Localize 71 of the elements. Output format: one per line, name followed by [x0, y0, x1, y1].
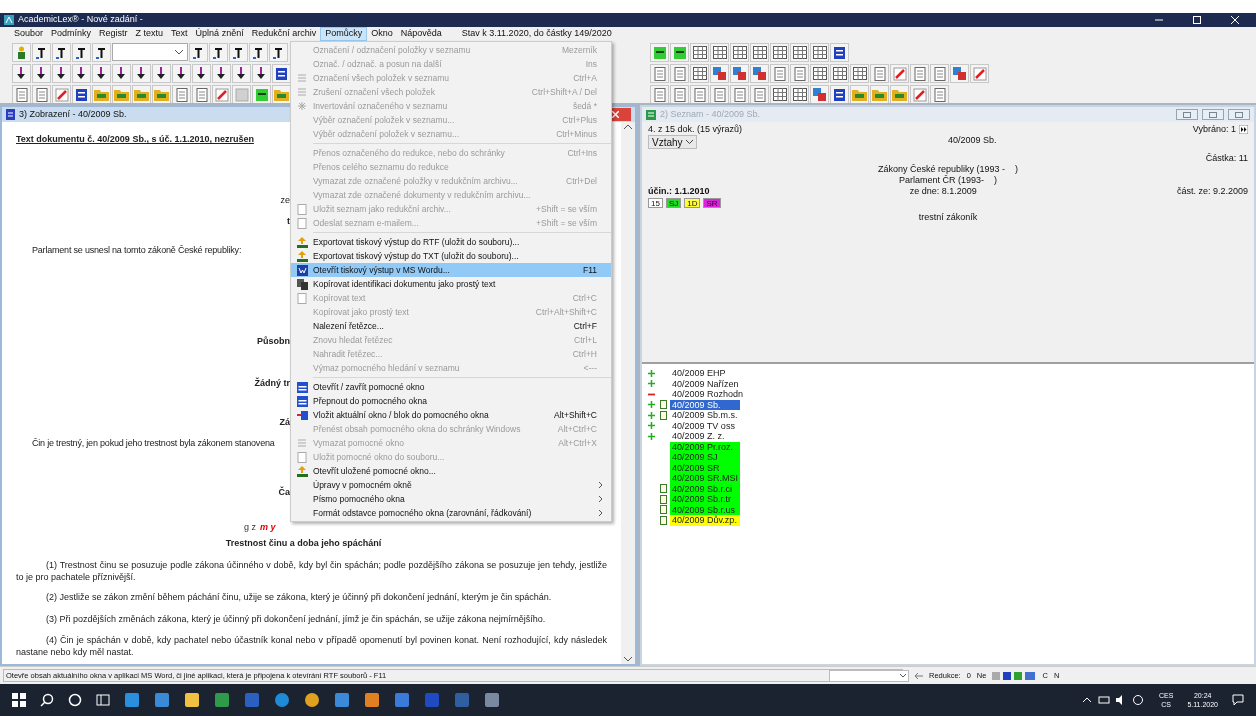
menu-item[interactable]: Formát odstavce pomocného okna (zarovnání, řádkování) [291, 506, 611, 520]
issue-date: ze dne: 8.1.2009 [909, 186, 977, 197]
list-item[interactable]: 40/2009 EHP [670, 368, 740, 379]
menu-item[interactable]: Podmínky [47, 27, 96, 41]
list-item[interactable]: 40/2009 Pr.roz. [670, 441, 740, 452]
menu-item[interactable]: Soubor [10, 27, 48, 41]
document-text: Zá [279, 417, 290, 427]
document-text: Působn [257, 336, 290, 346]
list-item[interactable]: 40/2009 Nařízen [670, 378, 740, 389]
paragraph: (2) Jestliže se zákon změní během páchání činu, užije se zákona, který je účinný při dokončení jednání, kterým je čin spáchán. [45, 591, 553, 603]
list-item[interactable]: 40/2009 Sb.r.us [670, 504, 740, 515]
document-text: t [287, 216, 290, 226]
menu-item[interactable]: Nápověda [396, 27, 446, 41]
menu-item[interactable]: Přepnout do pomocného okna [291, 394, 611, 408]
menu-item[interactable]: Okno [367, 27, 397, 41]
menu-item[interactable]: Redukční archiv [247, 27, 321, 41]
status-text: Stav k 3.11.2020, do částky 149/2020 [461, 27, 612, 41]
source-text: Zákony České republiky (1993 - ) [877, 164, 1019, 174]
effective-date: účin.: 1.1.2010 [648, 186, 710, 197]
paragraph: (4) Čin je spáchán v době, kdy pachatel nebo účastník konal nebo v případě opomenutí byl povinen konat. Není rozhodující, kdy následek nastane nebo kdy měl nastat. [15, 634, 608, 658]
paragraph: (1) Trestnost činu se posuzuje podle zákona účinného v době, kdy byl čin spáchán; podle pozdějšího zákona se posuzuje jen tehdy, jestliže to je pro pachatele příznivější. [15, 559, 608, 583]
menu-item[interactable]: Pomůcky [320, 27, 368, 41]
menu-item[interactable]: Vložit aktuální okno / blok do pomocného okna Alt+Shift+C [291, 408, 611, 422]
document-text: Čin je trestný, jen pokud jeho trestnost byla zákonem stanovena [32, 438, 275, 448]
menu-item[interactable]: Exportovat tiskový výstup do RTF (uložit do souboru)... [291, 235, 611, 249]
menu-item[interactable]: Kopírovat identifikaci dokumentu jako prostý text [291, 277, 611, 291]
list-item[interactable]: 40/2009 Dův.zp. [670, 515, 740, 526]
document-text: Žádný tr [254, 378, 290, 388]
menu-item[interactable]: Úplná znění [191, 27, 248, 41]
tag: 1D [684, 198, 701, 208]
menu-item[interactable]: Otevřít / zavřít pomocné okno [291, 380, 611, 394]
menu-item[interactable]: Z textu [131, 27, 168, 41]
castka-text: Částka: 11 [1205, 153, 1248, 163]
list-item[interactable]: 40/2009 SR.MSI [670, 473, 740, 484]
document-heading: Text dokumentu č. 40/2009 Sb., s úč. 1.1.2010, nezrušen [16, 134, 254, 144]
document-text: g z [244, 522, 256, 533]
window-title: 2) Seznam - 40/2009 Sb. [660, 107, 761, 121]
document-text: Ča [278, 487, 290, 497]
window-title: 3) Zobrazení - 40/2009 Sb. [19, 107, 127, 121]
author-text: Parlament ČR (1993- ) [898, 175, 997, 185]
document-count: 4. z 15 dok. (15 výrazů) [648, 124, 743, 135]
list-item[interactable]: 40/2009 Sb. [670, 399, 740, 410]
list-item[interactable]: 40/2009 SJ [670, 452, 740, 463]
list-item[interactable]: 40/2009 Sb.m.s. [670, 410, 740, 421]
tag: SJ [665, 198, 682, 208]
relations-dropdown[interactable]: Vztahy [648, 135, 697, 149]
menu-item[interactable]: Otevřít uložené pomocné okno... [291, 464, 611, 478]
section-heading: Trestnost činu a doba jeho spáchání [225, 538, 382, 548]
document-number: 40/2009 Sb. [948, 135, 997, 145]
menu-item[interactable]: Registr [95, 27, 132, 41]
menu-item[interactable]: Úpravy v pomocném okně [291, 478, 611, 492]
menu-item[interactable]: Otevřít tiskový výstup v MS Wordu... F11 [291, 263, 611, 277]
selected-count: Vybráno: 1 [1192, 124, 1236, 135]
list-item[interactable]: 40/2009 Sb.r.ci [670, 483, 740, 494]
menu-item[interactable]: Písmo pomocného okna [291, 492, 611, 506]
document-text: ze [280, 195, 290, 205]
paragraph: (3) Při pozdějších změnách zákona, který je účinný při dokončení jednání, jímž je čin spáchán, se užije zákona nejmírnějšího. [45, 613, 547, 625]
window-title: AcademicLex® - Nové zadání - [18, 13, 143, 27]
menu-item[interactable]: Nalezení řetězce... Ctrl+F [291, 319, 611, 333]
document-text: Parlament se usnesl na tomto zákoně České republiky: [32, 245, 242, 255]
tag: 15 [648, 198, 663, 208]
tag: SR [703, 198, 721, 208]
document-name: trestní zákoník [918, 212, 978, 222]
list-item[interactable]: 40/2009 SR [670, 462, 740, 473]
menu-item[interactable]: Exportovat tiskový výstup do TXT (uložit do souboru)... [291, 249, 611, 263]
menu-item[interactable]: Text [167, 27, 192, 41]
castka-date: část. ze: 9.2.2009 [1176, 186, 1248, 197]
list-item[interactable]: 40/2009 Z. z. [670, 431, 740, 442]
document-text: m y [260, 522, 276, 533]
list-item[interactable]: 40/2009 TV oss [670, 420, 740, 431]
list-item[interactable]: 40/2009 Sb.r.tr [670, 494, 740, 505]
